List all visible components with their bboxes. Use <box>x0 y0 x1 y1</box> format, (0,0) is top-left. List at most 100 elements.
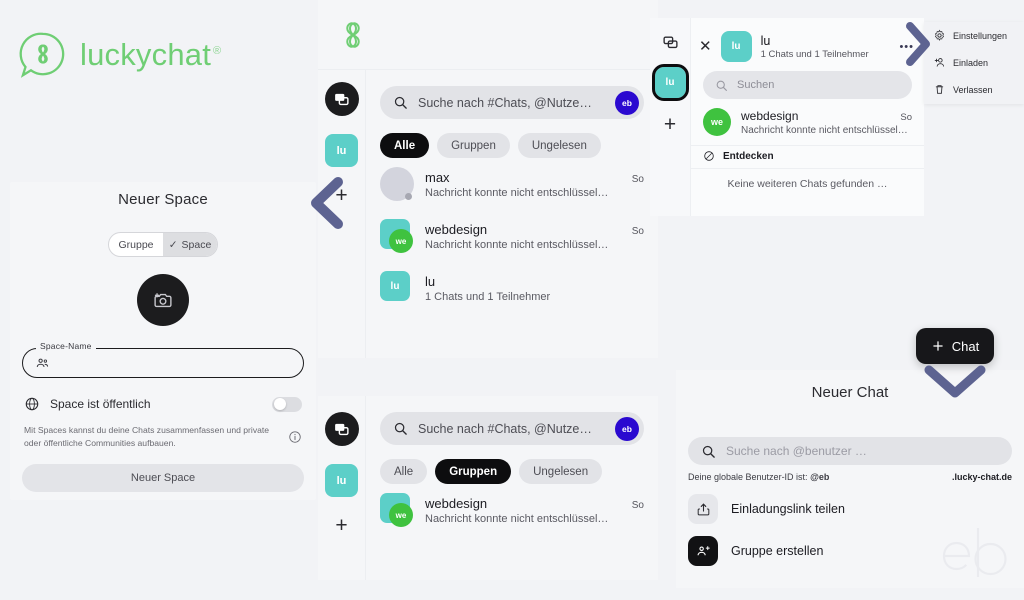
create-space-button[interactable]: Neuer Space <box>22 463 304 492</box>
new-chat-search-input[interactable]: Suche nach @benutzer … <box>688 437 1012 465</box>
chat-list-groups-panel: lu + Suche nach #Chats, @Nutze… eb Alle … <box>318 396 658 580</box>
plus-icon <box>933 341 943 351</box>
row-name: webdesign <box>425 221 488 237</box>
space-name-input[interactable] <box>22 348 304 378</box>
action-share-link[interactable]: Einladungslink teilen <box>688 494 1012 524</box>
menu-label: Einstellungen <box>953 30 1008 41</box>
table-row[interactable]: lu lu 1 Chats und 1 Teilnehmer <box>366 262 658 314</box>
row-header: webdesign So <box>425 222 644 237</box>
rail-add-button[interactable]: + <box>335 515 347 536</box>
pointer-arrow-down-icon <box>924 365 986 398</box>
row-time: So <box>631 225 644 237</box>
group-icon <box>36 358 49 367</box>
row-preview: Nachricht konnte nicht entschlüssel… <box>741 124 908 136</box>
user-id-text: Deine globale Benutzer-ID ist: @eb <box>688 472 952 482</box>
table-row[interactable]: max So Nachricht konnte nicht entschlüss… <box>366 158 658 210</box>
avatar: lu <box>380 271 414 305</box>
space-avatar-upload-button[interactable] <box>137 274 189 326</box>
domain-label: .lucky-chat.de <box>951 472 1012 482</box>
chat-search-bar[interactable]: Suche nach #Chats, @Nutze… eb <box>380 412 644 445</box>
space-avatar: lu <box>720 31 752 62</box>
luckychat-clover-bubble-icon <box>19 32 65 78</box>
space-name-field-wrap: Space-Name <box>22 341 304 378</box>
chat-list-body: Suche nach #Chats, @Nutze… eb Alle Grupp… <box>366 70 658 358</box>
menu-item-verlassen[interactable]: Verlassen <box>924 76 1024 103</box>
filter-chip-ungelesen[interactable]: Ungelesen <box>519 459 603 484</box>
chat-filter-chips: Alle Gruppen Ungelesen <box>380 133 644 158</box>
space-search-placeholder: Suchen <box>737 79 775 91</box>
switch-knob <box>273 398 286 410</box>
new-space-title: Neuer Space <box>118 191 208 208</box>
row-header: webdesign So <box>425 496 644 511</box>
luckychat-clover-icon <box>346 21 360 48</box>
new-chat-panel: Neuer Chat Suche nach @benutzer … Deine … <box>676 370 1024 588</box>
table-row[interactable]: we webdesign So Nachricht konnte nicht e… <box>691 99 924 145</box>
search-icon <box>394 96 407 109</box>
chat-bubbles-icon[interactable] <box>662 34 679 51</box>
row-name: webdesign <box>741 108 799 123</box>
screenshot-canvas: luckychat ® Neuer Space Gruppe ✓ Space Sp… <box>0 0 1024 600</box>
row-content: lu 1 Chats und 1 Teilnehmer <box>425 274 644 303</box>
discover-section-header[interactable]: Entdecken <box>691 145 924 168</box>
space-search-bar[interactable]: Suchen <box>703 71 912 99</box>
row-preview: Nachricht konnte nicht entschlüssel… <box>425 238 609 251</box>
info-icon[interactable] <box>288 430 302 444</box>
rail-space-lu[interactable]: lu <box>325 134 358 167</box>
table-row[interactable]: we webdesign So Nachricht konnte nicht e… <box>366 484 658 536</box>
public-toggle-label: Space ist öffentlich <box>50 397 151 411</box>
segment-gruppe[interactable]: Gruppe <box>109 233 163 256</box>
filter-chip-alle[interactable]: Alle <box>380 459 428 484</box>
rail-add-button[interactable]: + <box>664 114 676 135</box>
search-icon <box>702 445 715 458</box>
space-detail-rail: lu + <box>650 18 690 216</box>
avatar: we <box>380 493 414 527</box>
row-header: webdesign So <box>741 109 912 123</box>
new-space-panel: Neuer Space Gruppe ✓ Space Space-Name Sp… <box>10 182 316 500</box>
chat-list-groups-body: Suche nach #Chats, @Nutze… eb Alle Grupp… <box>366 396 658 580</box>
row-preview: Nachricht konnte nicht entschlüssel… <box>425 512 609 525</box>
type-segmented-control[interactable]: Gruppe ✓ Space <box>108 232 218 257</box>
chat-list-panel: lu + Suche nach #Chats, @Nutze… eb Alle … <box>318 0 658 358</box>
discover-label: Entdecken <box>723 150 774 162</box>
chat-search-placeholder: Suche nach #Chats, @Nutze… <box>418 421 592 436</box>
row-name: lu <box>425 273 436 289</box>
rail-chats-button[interactable] <box>324 412 359 446</box>
filter-chip-gruppen[interactable]: Gruppen <box>437 133 510 158</box>
segment-space[interactable]: ✓ Space <box>163 233 217 256</box>
avatar: we <box>703 108 731 136</box>
filter-chip-ungelesen[interactable]: Ungelesen <box>517 133 601 158</box>
compass-icon <box>704 151 714 161</box>
space-name: lu <box>760 33 771 48</box>
brand-name: luckychat ® <box>80 37 221 73</box>
filter-chip-gruppen[interactable]: Gruppen <box>435 459 512 484</box>
search-icon <box>394 422 407 435</box>
avatar: we <box>380 219 414 253</box>
chat-bubbles-icon <box>335 423 349 435</box>
public-toggle-switch[interactable] <box>272 396 302 412</box>
share-icon <box>688 494 718 524</box>
chat-rail-groups: lu + <box>318 396 366 580</box>
row-name: max <box>425 169 450 185</box>
space-hint-text: Mit Spaces kannst du deine Chats zusamme… <box>24 425 270 449</box>
table-row[interactable]: we webdesign So Nachricht konnte nicht e… <box>366 210 658 262</box>
check-icon: ✓ <box>168 238 178 251</box>
space-title-block: lu 1 Chats und 1 Teilnehmer <box>761 34 891 60</box>
chat-search-bar[interactable]: Suche nach #Chats, @Nutze… eb <box>380 86 644 119</box>
trash-icon <box>935 85 944 94</box>
filter-chip-alle[interactable]: Alle <box>380 133 430 158</box>
rail-space-lu-selected[interactable]: lu <box>651 64 689 101</box>
chat-search-placeholder: Suche nach #Chats, @Nutze… <box>418 95 592 110</box>
row-header: max So <box>425 170 644 185</box>
close-icon[interactable]: ✕ <box>699 39 712 54</box>
rail-space-lu[interactable]: lu <box>325 464 358 497</box>
user-avatar[interactable]: eb <box>615 90 639 115</box>
user-avatar[interactable]: eb <box>615 416 639 441</box>
space-detail-body: ✕ lu lu 1 Chats und 1 Teilnehmer ••• Suc… <box>690 18 924 216</box>
new-chat-fab[interactable]: Chat <box>916 328 994 364</box>
rail-chats-button[interactable] <box>324 82 359 116</box>
fab-label: Chat <box>951 338 980 354</box>
public-toggle-row[interactable]: Space ist öffentlich <box>24 396 302 412</box>
row-time: So <box>900 111 912 123</box>
pointer-arrow-left-icon <box>311 177 343 229</box>
avatar-badge: we <box>389 229 413 253</box>
